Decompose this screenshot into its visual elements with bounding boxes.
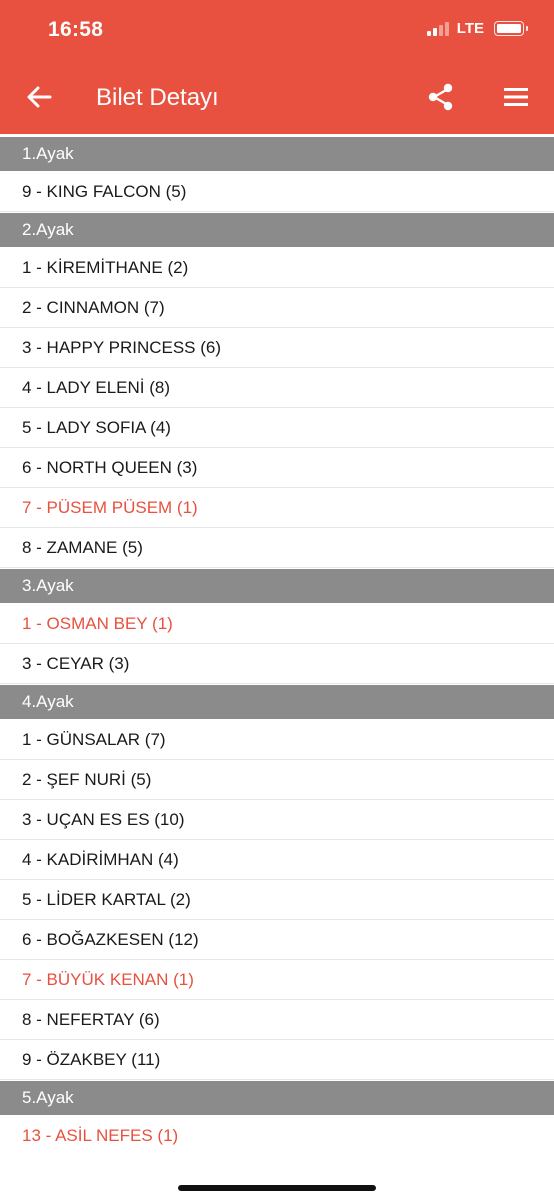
menu-button[interactable] — [500, 80, 532, 114]
leg-header: 5.Ayak — [0, 1080, 554, 1116]
battery-icon — [494, 21, 528, 36]
horse-row: 8 - ZAMANE (5) — [0, 528, 554, 568]
hamburger-menu-icon — [504, 88, 528, 106]
horse-row: 5 - LİDER KARTAL (2) — [0, 880, 554, 920]
network-type: LTE — [456, 20, 484, 37]
horse-row: 1 - KİREMİTHANE (2) — [0, 248, 554, 288]
horse-row: 2 - CINNAMON (7) — [0, 288, 554, 328]
horse-row: 5 - LADY SOFIA (4) — [0, 408, 554, 448]
horse-row: 9 - ÖZAKBEY (11) — [0, 1040, 554, 1080]
signal-icon — [426, 21, 449, 36]
leg-header: 3.Ayak — [0, 568, 554, 604]
horse-row: 6 - BOĞAZKESEN (12) — [0, 920, 554, 960]
arrow-left-icon — [27, 86, 52, 108]
share-button[interactable] — [424, 80, 458, 114]
horse-row: 7 - PÜSEM PÜSEM (1) — [0, 488, 554, 528]
horse-row: 3 - HAPPY PRINCESS (6) — [0, 328, 554, 368]
horse-row: 4 - LADY ELENİ (8) — [0, 368, 554, 408]
page-title: Bilet Detayı — [96, 84, 219, 111]
horse-row: 3 - UÇAN ES ES (10) — [0, 800, 554, 840]
horse-row: 1 - OSMAN BEY (1) — [0, 604, 554, 644]
app-bar: 16:58 LTE Bilet Detayı — [0, 0, 554, 134]
leg-header: 4.Ayak — [0, 684, 554, 720]
leg-header: 1.Ayak — [0, 136, 554, 172]
leg-header: 2.Ayak — [0, 212, 554, 248]
home-indicator — [178, 1185, 376, 1191]
horse-row: 3 - CEYAR (3) — [0, 644, 554, 684]
status-time: 16:58 — [48, 18, 104, 41]
back-button[interactable] — [22, 80, 56, 114]
horse-row: 4 - KADİRİMHAN (4) — [0, 840, 554, 880]
status-indicators: LTE — [426, 20, 528, 37]
horse-row: 6 - NORTH QUEEN (3) — [0, 448, 554, 488]
horse-row: 2 - ŞEF NURİ (5) — [0, 760, 554, 800]
horse-row: 7 - BÜYÜK KENAN (1) — [0, 960, 554, 1000]
horse-row: 1 - GÜNSALAR (7) — [0, 720, 554, 760]
ticket-detail-list: 1.Ayak 9 - KING FALCON (5) 2.Ayak 1 - KİREM… — [0, 136, 554, 1156]
horse-row: 9 - KING FALCON (5) — [0, 172, 554, 212]
share-icon — [428, 83, 453, 111]
horse-row: 8 - NEFERTAY (6) — [0, 1000, 554, 1040]
horse-row: 13 - ASİL NEFES (1) — [0, 1116, 554, 1156]
